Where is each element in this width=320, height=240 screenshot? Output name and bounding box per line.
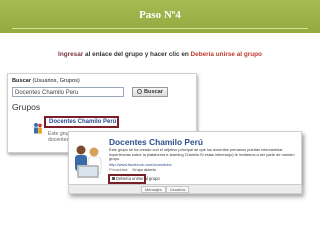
group-description: Este grupo se ha creado con el objetivo … — [109, 147, 295, 161]
privacy-value: Grupo abierto — [132, 167, 157, 172]
header-band: Paso Nº4 — [0, 0, 320, 33]
instruction-text: Ingresar al enlace del grupo y hacer cli… — [0, 51, 320, 58]
slide-title: Paso Nº4 — [139, 9, 181, 21]
tab-usuarios[interactable]: Usuarios — [166, 186, 190, 193]
instruction-part-3: Debería unirse al grupo — [190, 51, 262, 58]
group-tabs: Mensajes Usuarios — [68, 185, 302, 194]
group-result-link[interactable]: Docentes Chamilo Perú — [44, 116, 119, 128]
group-privacy: Privacidad: Grupo abierto — [109, 167, 156, 172]
group-title: Docentes Chamilo Perú — [109, 137, 204, 147]
search-button[interactable]: Buscar — [132, 87, 168, 97]
join-group-label: Debería unirse al grupo — [116, 176, 160, 181]
instruction-part-1: Ingresar — [58, 51, 84, 58]
search-icon — [137, 89, 142, 94]
instruction-part-2: al enlace del grupo y hacer clic en — [83, 51, 191, 58]
privacy-label: Privacidad: — [109, 167, 129, 172]
group-avatar-icon — [34, 123, 42, 134]
tab-mensajes[interactable]: Mensajes — [141, 186, 166, 193]
join-group-button[interactable]: Debería unirse al grupo — [108, 174, 160, 184]
search-label: Buscar (Usuarios, Grupos) — [12, 78, 80, 84]
search-input[interactable]: Docentes Chamilo Peru — [12, 87, 124, 97]
search-label-bold: Buscar — [12, 78, 31, 84]
group-photo — [72, 141, 105, 181]
search-button-label: Buscar — [144, 89, 163, 95]
group-screenshot: Docentes Chamilo Perú Este grupo se ha c… — [68, 131, 302, 185]
join-icon — [112, 177, 115, 180]
search-label-rest: (Usuarios, Grupos) — [30, 78, 80, 84]
header-rule — [12, 28, 308, 29]
groups-heading: Grupos — [12, 102, 41, 112]
